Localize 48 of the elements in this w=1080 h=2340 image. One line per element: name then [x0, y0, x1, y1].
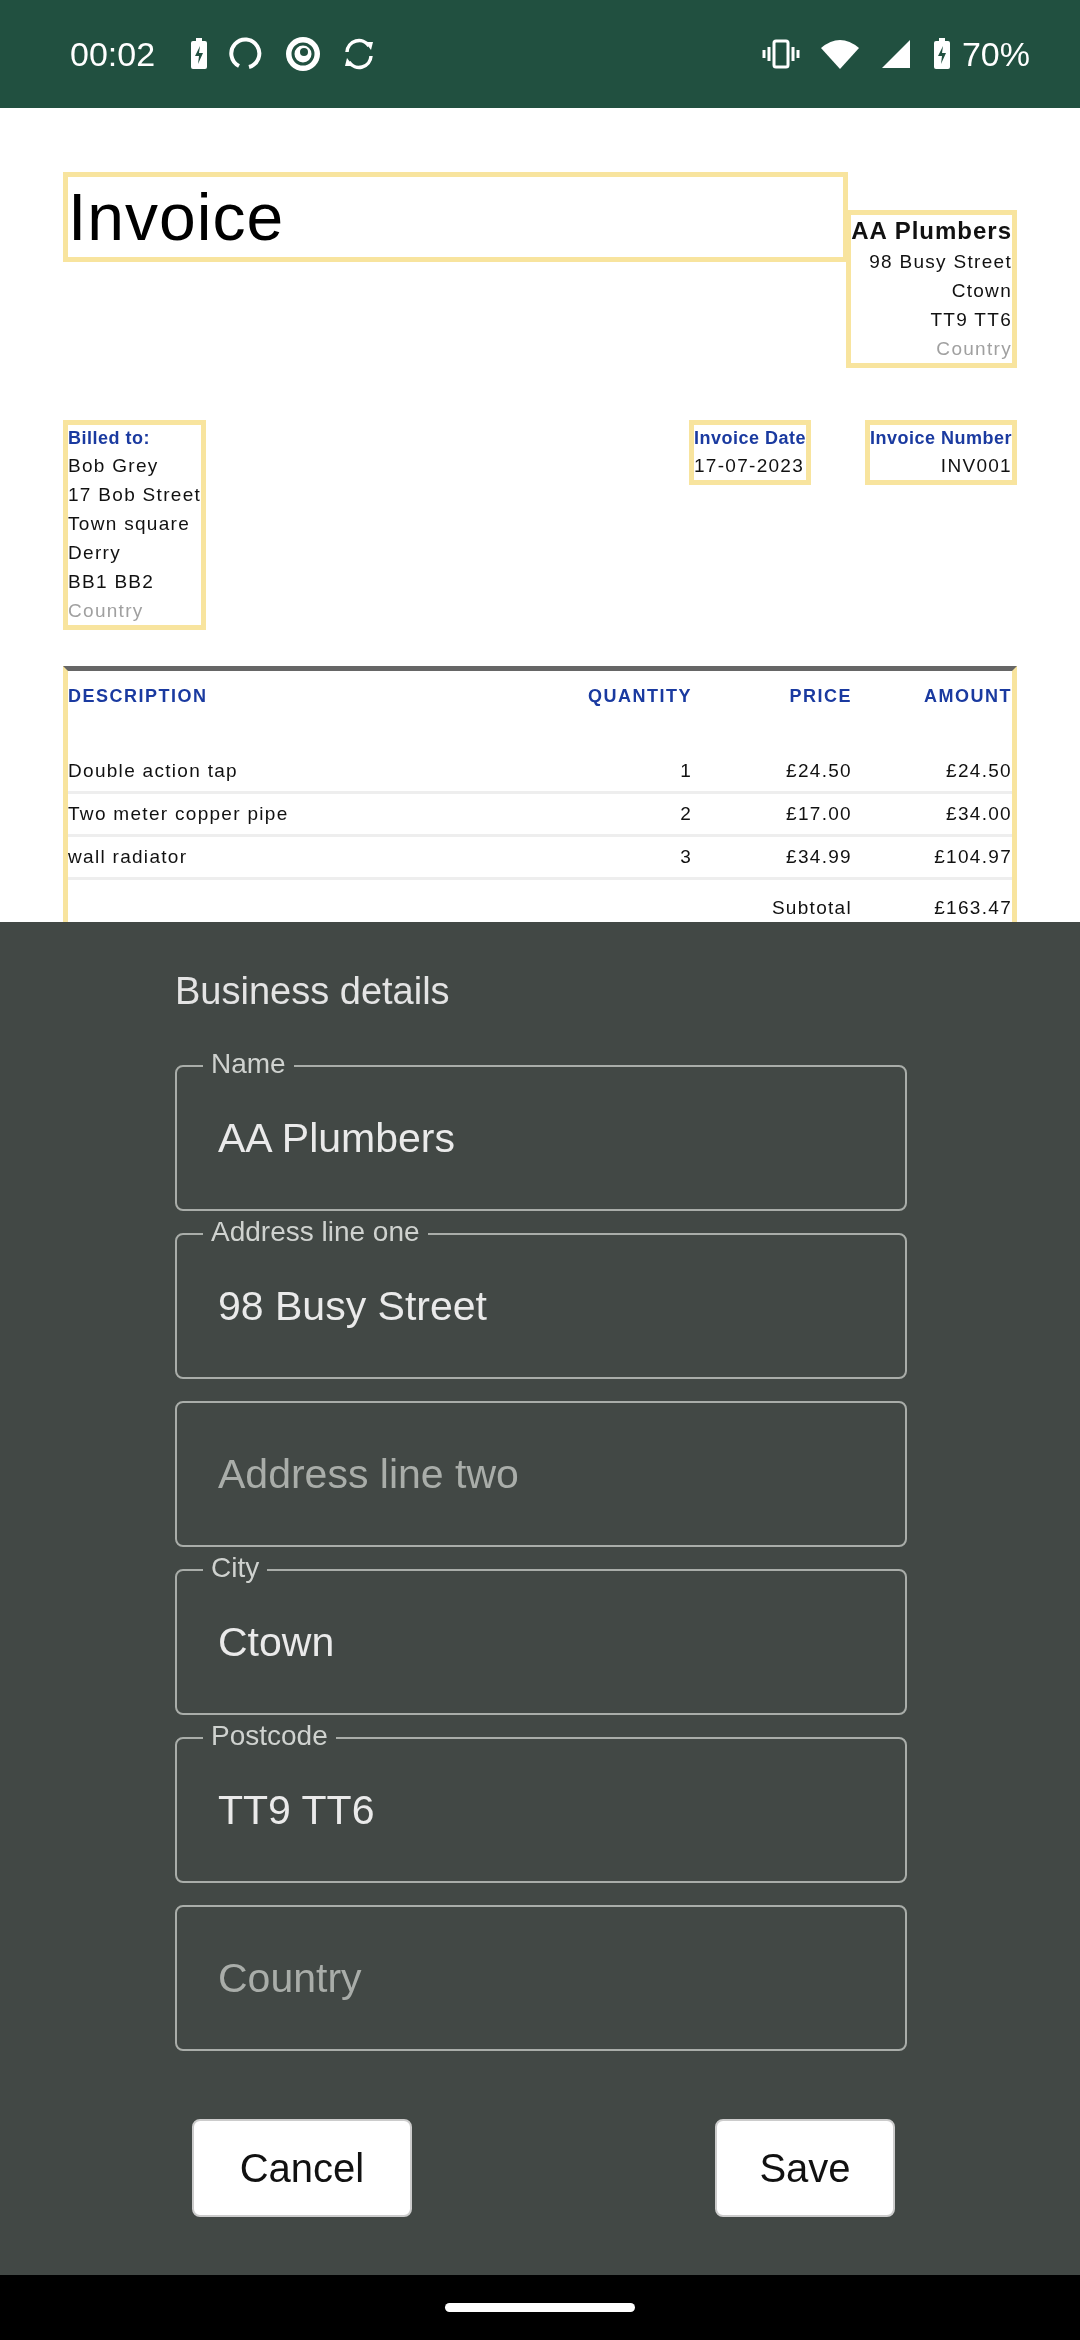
billed-to-label: Billed to: — [68, 427, 151, 450]
column-header: PRICE — [788, 685, 852, 707]
input-field[interactable]: Country — [175, 1905, 907, 2051]
business-address-line: Ctown — [951, 279, 1012, 303]
input-field[interactable]: Address line two — [175, 1401, 907, 1547]
invoice-date: 17-07-2023 — [693, 454, 806, 478]
business-name: AA Plumbers — [851, 216, 1012, 246]
target-icon — [285, 36, 322, 72]
billing-address-line: BB1 BB2 — [68, 570, 156, 594]
table-cell-text: 1 — [679, 760, 692, 782]
business-address-line: TT9 TT6 — [930, 308, 1012, 332]
business-address-line: Country — [936, 337, 1012, 361]
table-cell-text: £34.99 — [785, 846, 852, 868]
table-cell-text: Double action tap — [68, 760, 239, 782]
billing-address-line: Town square — [68, 512, 192, 536]
wifi-icon — [819, 38, 860, 70]
table-cell-text: £34.00 — [945, 803, 1012, 825]
billing-address-line: Country — [68, 599, 145, 623]
billing-address-line: 17 Bob Street — [68, 483, 202, 507]
table-cell-text: Two meter copper pipe — [68, 803, 290, 825]
cancel-button[interactable]: Cancel — [192, 2119, 412, 2217]
table-cell-text: £24.50 — [785, 760, 852, 782]
battery-percentage: 70% — [961, 34, 1030, 74]
battery-charging-icon — [189, 37, 210, 71]
battery-charging-icon — [931, 37, 952, 71]
invoice-date-label: Invoice Date — [693, 427, 806, 450]
table-cell-text: £17.00 — [785, 803, 852, 825]
subtotal-value: £163.47 — [933, 897, 1012, 919]
billing-address-line: Bob Grey — [68, 454, 160, 478]
dialog-title: Business details — [175, 970, 451, 1013]
column-header: QUANTITY — [587, 685, 692, 707]
table-cell-text: £24.50 — [945, 760, 1012, 782]
home-handle[interactable] — [445, 2303, 635, 2312]
column-header: DESCRIPTION — [68, 685, 209, 707]
subtotal-label: Subtotal — [770, 897, 852, 919]
invoice-number-label: Invoice Number — [869, 427, 1012, 450]
vibrate-icon — [761, 39, 800, 69]
table-cell-text: 3 — [679, 846, 692, 868]
status-time: 00:02 — [70, 34, 156, 74]
table-cell-text: 2 — [679, 803, 692, 825]
table-cell-text: £104.97 — [933, 846, 1012, 868]
table-cell-text: wall radiator — [68, 846, 189, 868]
save-button[interactable]: Save — [715, 2119, 895, 2217]
billing-address-line: Derry — [68, 541, 122, 565]
invoice-title: Invoice — [68, 179, 285, 255]
business-address-line: 98 Busy Street — [869, 250, 1012, 274]
column-header: AMOUNT — [923, 685, 1012, 707]
invoice-number: INV001 — [940, 454, 1012, 478]
